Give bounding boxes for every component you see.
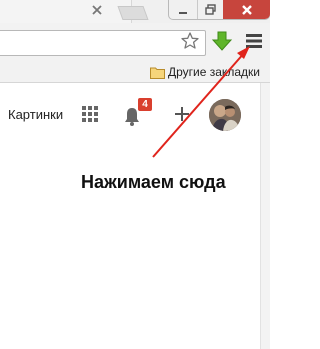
minimize-icon <box>179 11 187 14</box>
notification-count-badge: 4 <box>138 98 152 111</box>
images-link[interactable]: Картинки <box>8 107 63 122</box>
browser-tab[interactable] <box>0 0 132 23</box>
annotation-text: Нажимаем сюда <box>81 172 226 192</box>
other-bookmarks-label: Другие закладки <box>168 65 260 79</box>
window-controls <box>168 0 270 20</box>
scrollbar[interactable] <box>260 83 270 349</box>
apps-grid-icon[interactable] <box>82 106 98 122</box>
download-extension-icon[interactable] <box>211 30 233 52</box>
share-plus-icon[interactable] <box>172 104 192 124</box>
new-tab-button[interactable] <box>117 6 149 20</box>
other-bookmarks-item[interactable]: Другие закладки <box>150 63 260 81</box>
address-bar[interactable] <box>0 30 206 56</box>
chrome-menu-icon[interactable] <box>243 30 265 52</box>
folder-icon <box>150 67 165 79</box>
restore-icon <box>205 4 216 15</box>
bookmarks-bar: Другие закладки <box>0 61 270 83</box>
close-tab-icon[interactable] <box>90 3 104 17</box>
avatar[interactable] <box>209 99 241 131</box>
minimize-button[interactable] <box>169 0 197 19</box>
close-window-button[interactable] <box>223 0 270 19</box>
close-icon <box>241 4 252 15</box>
restore-button[interactable] <box>197 0 223 19</box>
title-bar <box>0 0 270 23</box>
bookmark-star-icon[interactable] <box>180 31 200 51</box>
